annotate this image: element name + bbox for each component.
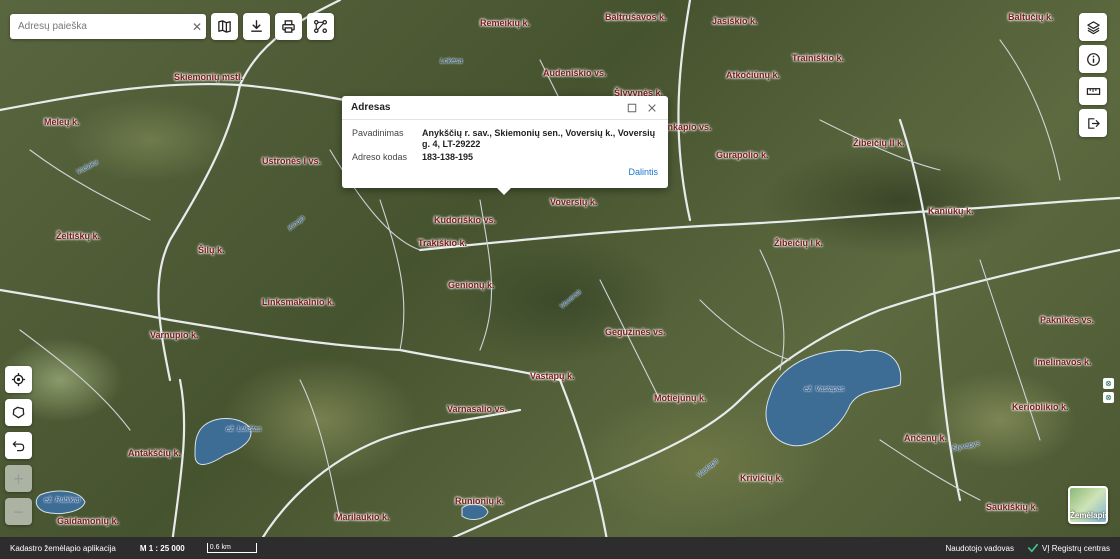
- place-label: Želtiškų k.: [56, 231, 101, 241]
- place-label: Meleų k.: [44, 117, 80, 127]
- place-label: Varnupio k.: [150, 330, 199, 340]
- place-label: Vastapų k.: [530, 371, 575, 381]
- zoom-out-button[interactable]: −: [5, 498, 32, 525]
- place-label: Žibeičių I k.: [774, 238, 824, 248]
- app-name: Kadastro žemėlapio aplikacija: [10, 543, 116, 553]
- address-search: ✕: [10, 14, 206, 39]
- popup-value: Anykščių r. sav., Skiemonių sen., Vovers…: [422, 128, 656, 149]
- lake-small: [461, 503, 489, 520]
- undo-icon: [12, 441, 25, 452]
- place-label: Linksmakalnio k.: [262, 297, 335, 307]
- logout-icon: [1087, 117, 1100, 129]
- place-label: Baltrušavos k.: [605, 12, 667, 22]
- water-label: Lokėsa: [440, 58, 463, 65]
- place-label: Gegužinės vs.: [605, 327, 666, 337]
- place-label: Gurapolio k.: [716, 150, 769, 160]
- info-button[interactable]: [1079, 45, 1107, 73]
- place-label: Baltučių k.: [1008, 12, 1054, 22]
- logout-button[interactable]: [1079, 109, 1107, 137]
- basemap-label: Žemėlapis: [1070, 511, 1108, 520]
- scale-bar: 0.6 km: [206, 543, 257, 553]
- place-label: Skiemonių mstl.: [174, 72, 244, 82]
- maximize-icon[interactable]: [625, 101, 639, 115]
- map-button[interactable]: [211, 13, 238, 40]
- user-guide-link[interactable]: Naudotojo vadovas: [945, 544, 1014, 553]
- place-label: Krivičių k.: [740, 473, 784, 483]
- place-label: Ustronės I vs.: [262, 156, 322, 166]
- popup-row: Pavadinimas Anykščių r. sav., Skiemonių …: [352, 128, 658, 150]
- place-label: Trainiškio k.: [792, 53, 845, 63]
- download-icon: [251, 20, 262, 32]
- water-label: ež. Lukštas: [226, 426, 262, 433]
- scale-text: M 1 : 25 000: [139, 543, 185, 553]
- route-button[interactable]: [307, 13, 334, 40]
- place-label: Atkočiūnų k.: [726, 70, 781, 80]
- locate-button[interactable]: [5, 366, 32, 393]
- popup-title: Adresas: [351, 102, 391, 113]
- undo-button[interactable]: [5, 432, 32, 459]
- place-label: Motiejūnų k.: [654, 393, 707, 403]
- registry-label: VĮ Registrų centras: [1041, 543, 1110, 553]
- place-label: Remeikių k.: [480, 18, 531, 28]
- place-label: Kaniūkų k.: [928, 206, 974, 216]
- registry-logo-icon: [1027, 543, 1038, 553]
- place-label: Ančenų k.: [904, 433, 948, 443]
- map-canvas[interactable]: Remeikių k. Baltrušavos k. Jasiškio k. B…: [0, 0, 1120, 559]
- print-button[interactable]: [275, 13, 302, 40]
- water-label: ež. Rubikiai: [44, 497, 81, 504]
- place-label: Runionių k.: [455, 496, 504, 506]
- route-icon: [313, 19, 328, 34]
- zoom-in-button[interactable]: +: [5, 465, 32, 492]
- place-label: Saukiškių k.: [986, 502, 1039, 512]
- clear-icon[interactable]: ✕: [188, 20, 206, 34]
- place-label: Imelinavos k.: [1035, 357, 1092, 367]
- download-button[interactable]: [243, 13, 270, 40]
- place-label: Trakiškio k.: [418, 238, 468, 248]
- popup-row: Adreso kodas 183-138-195: [352, 152, 658, 163]
- map-icon: [218, 20, 231, 33]
- place-label: Audeniškio vs.: [543, 68, 607, 78]
- place-label: Žibeičių II k.: [853, 138, 905, 148]
- area-select-button[interactable]: [5, 399, 32, 426]
- place-label: Gaidamonių k.: [57, 516, 120, 526]
- popup-key: Pavadinimas: [352, 128, 404, 138]
- info-icon: [1086, 52, 1100, 66]
- popup-value: 183-138-195: [422, 152, 474, 162]
- side-toggle-icon[interactable]: ⊗: [1103, 378, 1114, 389]
- measure-button[interactable]: [1079, 77, 1107, 105]
- registry-link[interactable]: VĮ Registrų centras: [1027, 543, 1110, 553]
- place-label: Jasiškio k.: [712, 16, 758, 26]
- place-label: Antakščių k.: [128, 448, 182, 458]
- area-icon: [12, 406, 25, 419]
- place-label: Genionų k.: [448, 280, 495, 290]
- place-label: Marilaukio k.: [335, 512, 390, 522]
- place-label: Kudoriškio vs.: [434, 215, 497, 225]
- side-toggle-icon[interactable]: ⊗: [1103, 392, 1114, 403]
- layers-button[interactable]: [1079, 13, 1107, 41]
- water-label: ež. Vastapas: [804, 386, 845, 393]
- popup-header: Adresas: [342, 96, 668, 120]
- ruler-icon: [1086, 87, 1100, 95]
- print-icon: [282, 20, 295, 33]
- popup-body: Pavadinimas Anykščių r. sav., Skiemonių …: [342, 120, 668, 163]
- close-icon[interactable]: [645, 101, 659, 115]
- place-label: Voversių k.: [550, 197, 598, 207]
- lake-vastapas: [765, 349, 902, 447]
- search-input[interactable]: [10, 14, 188, 39]
- basemap-switcher[interactable]: Žemėlapis: [1068, 486, 1108, 524]
- address-popup: Adresas Pavadinimas Anykščių r. sav., Sk…: [342, 96, 668, 195]
- zoom-out-icon: −: [13, 501, 24, 522]
- place-label: Paknikės vs.: [1040, 315, 1095, 325]
- footer-bar: Kadastro žemėlapio aplikacija M 1 : 25 0…: [0, 537, 1120, 559]
- share-link[interactable]: Dalintis: [628, 167, 658, 177]
- place-label: Kerioblikio k.: [1012, 402, 1069, 412]
- locate-icon: [11, 372, 26, 387]
- layers-icon: [1086, 20, 1100, 34]
- zoom-in-icon: +: [13, 468, 24, 489]
- place-label: Šilų k.: [198, 245, 225, 255]
- popup-key: Adreso kodas: [352, 152, 408, 162]
- place-label: Varnasalio vs.: [447, 404, 508, 414]
- road-network: [0, 0, 1120, 559]
